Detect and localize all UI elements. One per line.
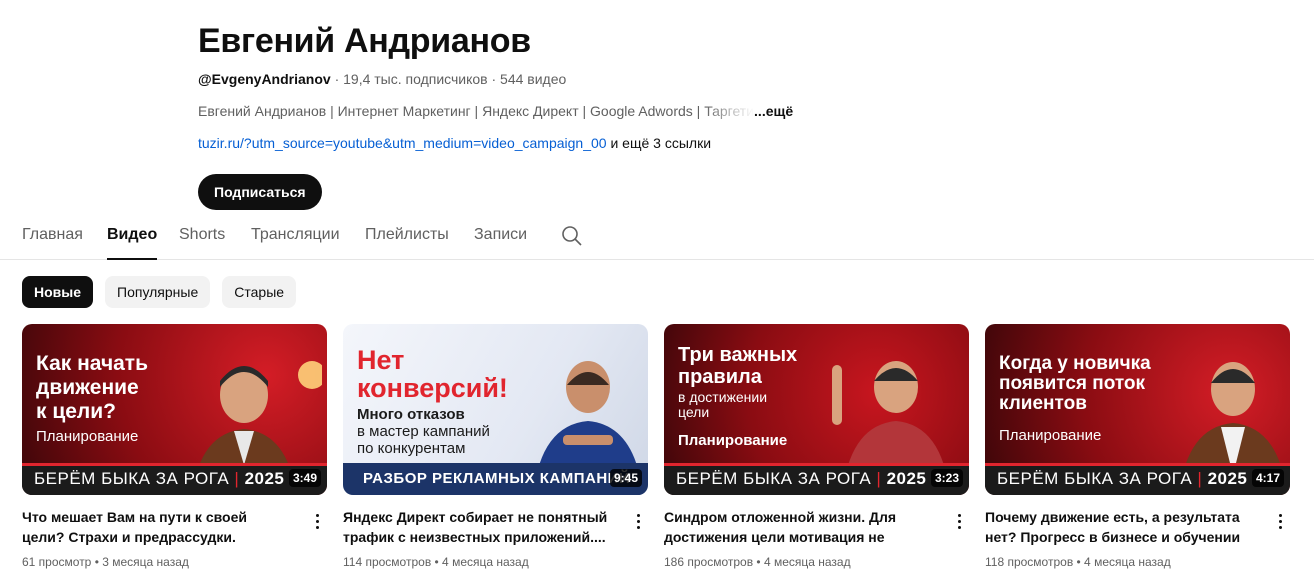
video-title[interactable]: Синдром отложенной жизни. Для достижения… (664, 507, 934, 547)
tab-shorts[interactable]: Shorts (179, 226, 225, 260)
subscribe-button[interactable]: Подписаться (198, 174, 322, 210)
tab-live[interactable]: Трансляции (251, 226, 340, 260)
more-options-icon[interactable] (628, 507, 648, 535)
video-card[interactable]: Как начать движение к цели? Планирование Б… (22, 324, 327, 571)
channel-links: tuzir.ru/?utm_source=youtube&utm_medium=… (198, 134, 998, 152)
video-card[interactable]: Когда у новичка появится поток клиентов Пл… (985, 324, 1290, 571)
channel-name: Евгений Андрианов (198, 22, 531, 60)
description-more-link[interactable]: ...ещё (754, 103, 793, 119)
channel-stats: · 19,4 тыс. подписчиков · 544 видео (330, 71, 567, 87)
thumb-subtitle-extra: в достижении цели (678, 389, 768, 420)
video-thumbnail[interactable]: Как начать движение к цели? Планирование Б… (22, 324, 327, 495)
tab-posts[interactable]: Записи (474, 226, 527, 260)
thumb-subtitle: Планирование (678, 432, 788, 449)
video-title[interactable]: Яндекс Директ собирает не понятный трафи… (343, 507, 613, 547)
tab-videos[interactable]: Видео (107, 226, 158, 260)
video-meta: 118 просмотров • 4 месяца назад (985, 555, 1171, 569)
video-duration: 4:17 (1251, 469, 1284, 487)
chip-oldest[interactable]: Старые (222, 276, 297, 308)
video-meta: 186 просмотров • 4 месяца назад (664, 555, 851, 569)
sort-chips: Новые Популярные Старые (22, 276, 297, 308)
video-duration: 9:45 (609, 469, 642, 487)
video-meta: 61 просмотр • 3 месяца назад (22, 555, 189, 569)
chip-popular[interactable]: Популярные (105, 276, 211, 308)
video-card[interactable]: Нет конверсий! Много отказов в мастер камп… (343, 324, 648, 571)
description-fade: Таргети (704, 103, 755, 119)
thumb-subtitle: Планирование (999, 427, 1102, 444)
channel-link[interactable]: tuzir.ru/?utm_source=youtube&utm_medium=… (198, 135, 607, 151)
video-thumbnail[interactable]: Нет конверсий! Много отказов в мастер камп… (343, 324, 648, 495)
thumb-headline: Нет конверсий! (357, 345, 508, 403)
thumb-bar-text: РАЗБОР РЕКЛАМНЫХ КАМПАНИЙ (363, 470, 631, 487)
video-duration: 3:49 (288, 469, 321, 487)
search-icon[interactable] (560, 224, 584, 248)
thumb-headline: Как начать движение к цели? (36, 352, 149, 423)
thumb-bar-text: БЕРЁМ БЫКА ЗА РОГА | 2025 (997, 469, 1248, 488)
tab-home[interactable]: Главная (22, 226, 83, 260)
channel-meta: @EvgenyAndrianov · 19,4 тыс. подписчиков… (198, 70, 998, 88)
channel-header: Евгений Андрианов @EvgenyAndrianov · 19,… (198, 20, 998, 210)
chip-newest[interactable]: Новые (22, 276, 94, 308)
channel-tabs: Главная Видео Shorts Трансляции Плейлист… (0, 212, 1314, 260)
channel-handle: @EvgenyAndrianov (198, 71, 331, 87)
more-options-icon[interactable] (307, 507, 327, 535)
video-duration: 3:23 (930, 469, 963, 487)
more-links[interactable]: и ещё 3 ссылки (607, 135, 711, 151)
channel-description[interactable]: Евгений Андрианов | Интернет Маркетинг |… (198, 102, 998, 120)
tab-playlists[interactable]: Плейлисты (365, 226, 449, 260)
thumb-subtitle: Много отказов в мастер кампаний по конкуре… (357, 406, 490, 457)
video-thumbnail[interactable]: Когда у новичка появится поток клиентов Пл… (985, 324, 1290, 495)
thumb-headline: Когда у новичка появится поток клиентов (999, 353, 1151, 414)
thumb-bar-text: БЕРЁМ БЫКА ЗА РОГА | 2025 (34, 469, 285, 488)
thumb-headline: Три важных правила (678, 344, 798, 388)
more-options-icon[interactable] (1270, 507, 1290, 535)
description-text: Евгений Андрианов | Интернет Маркетинг |… (198, 103, 705, 119)
more-options-icon[interactable] (949, 507, 969, 535)
video-meta: 114 просмотров • 4 месяца назад (343, 555, 529, 569)
thumb-subtitle: Планирование (36, 428, 139, 445)
video-title[interactable]: Почему движение есть, а результата нет? … (985, 507, 1255, 547)
thumb-bar-text: БЕРЁМ БЫКА ЗА РОГА | 2025 (676, 469, 927, 488)
video-thumbnail[interactable]: Три важных правила в достижении цели Плани… (664, 324, 969, 495)
video-title[interactable]: Что мешает Вам на пути к своей цели? Стр… (22, 507, 292, 547)
video-card[interactable]: Три важных правила в достижении цели Плани… (664, 324, 969, 571)
